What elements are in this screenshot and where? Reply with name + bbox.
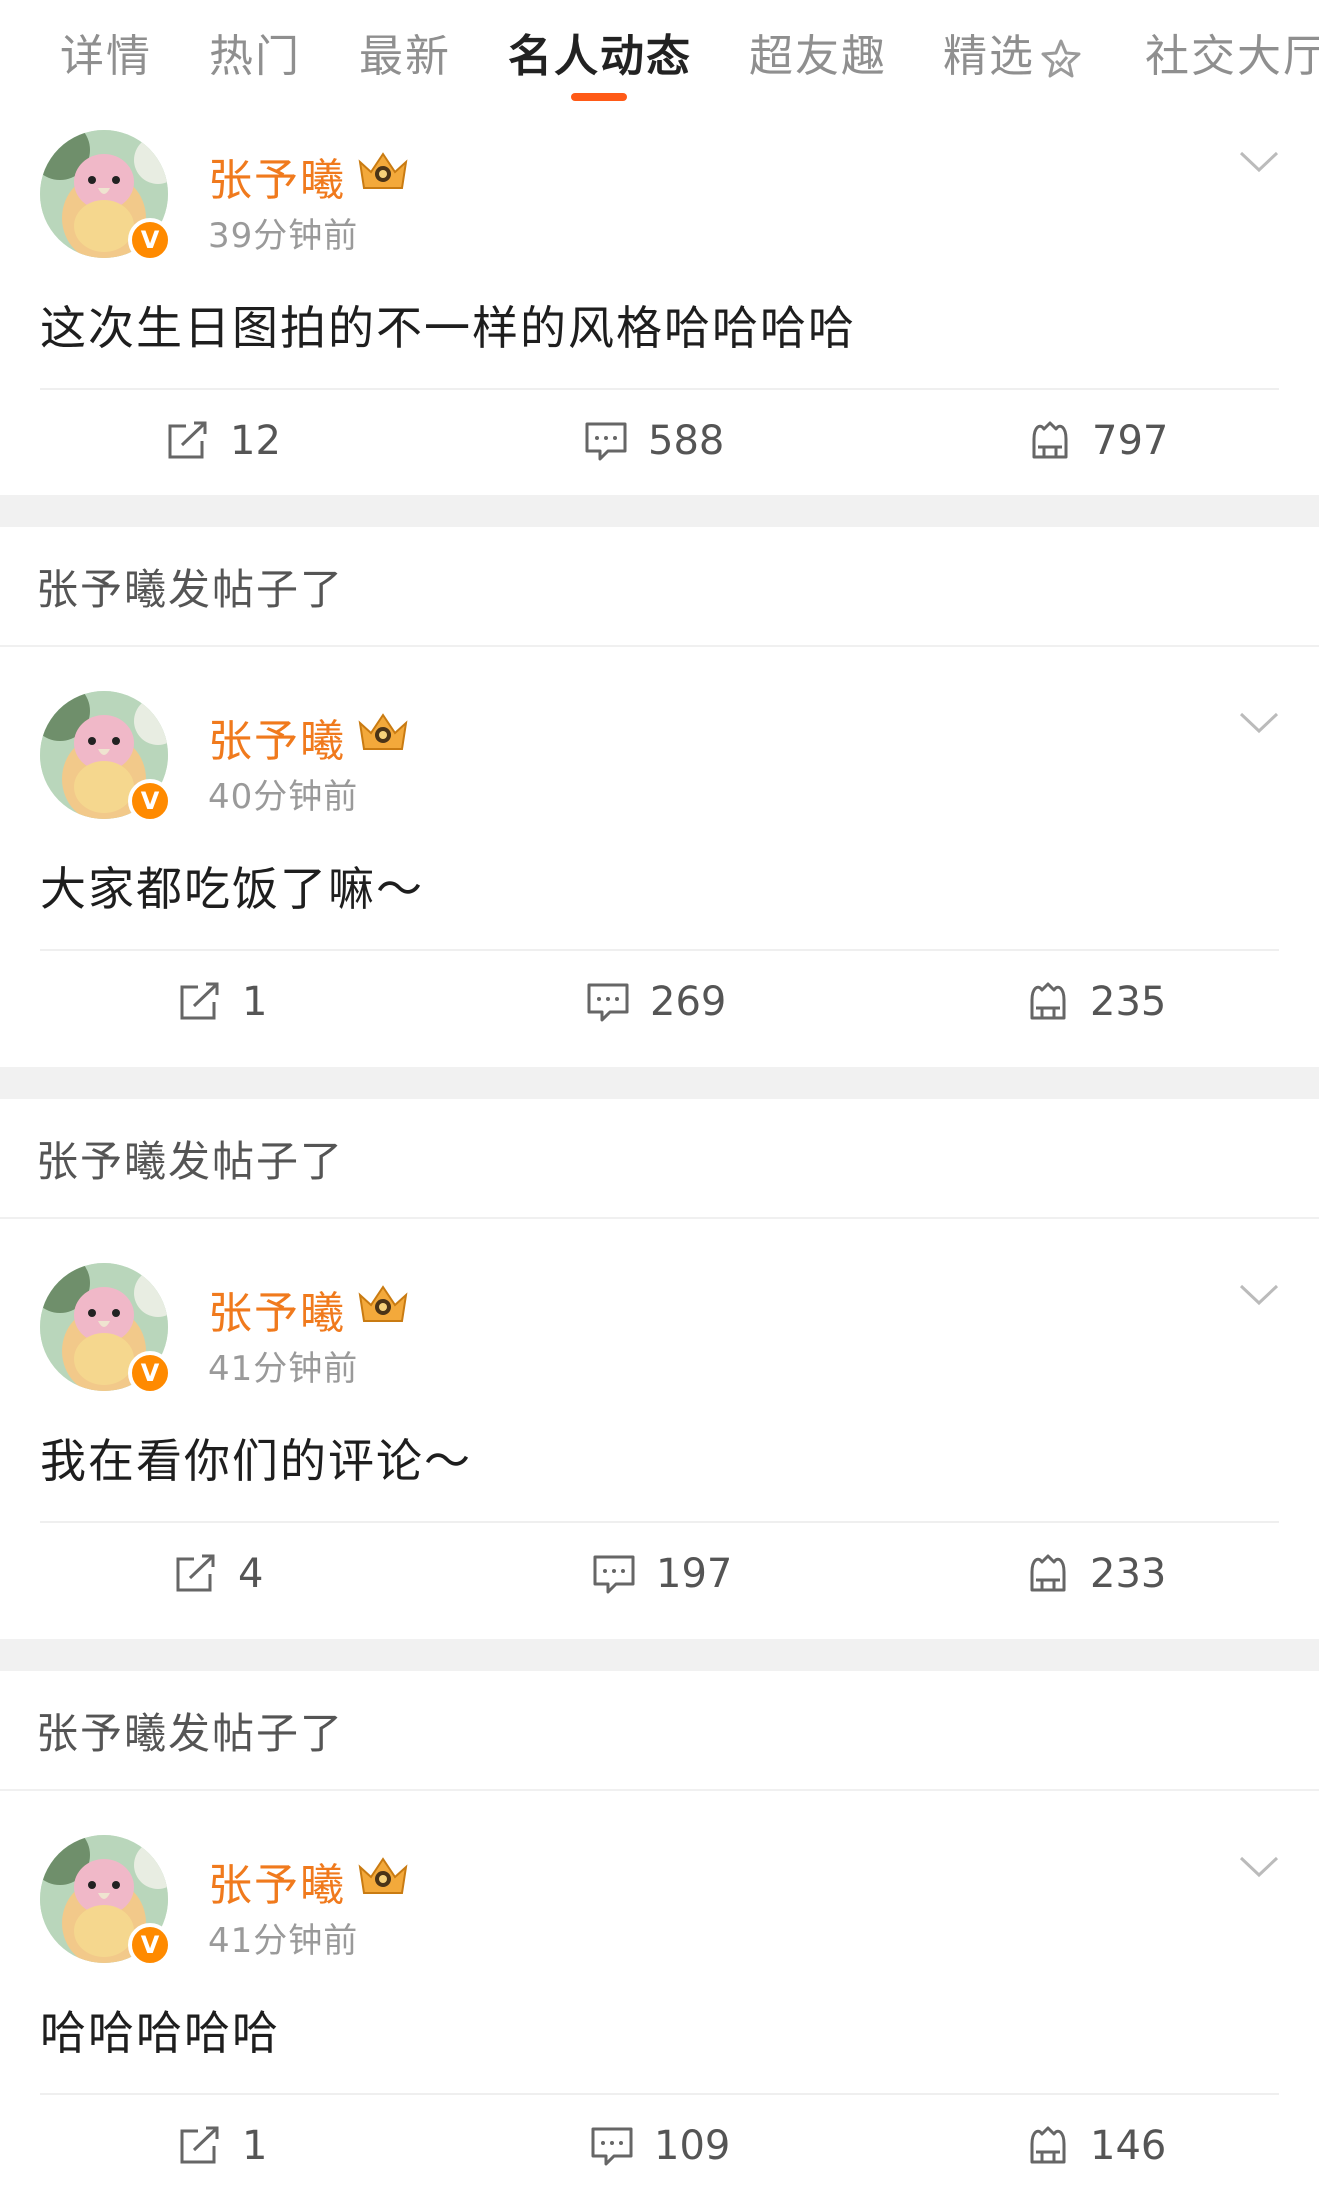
repost-icon <box>180 982 219 1020</box>
chevron-down-icon[interactable] <box>1239 1283 1279 1307</box>
chevron-down-icon[interactable] <box>1239 150 1279 174</box>
tab-details[interactable]: 详情 <box>60 20 152 84</box>
verified-v-icon: V <box>128 1351 172 1395</box>
post-content: 这次生日图拍的不一样的风格哈哈哈哈 <box>40 301 856 355</box>
post-card[interactable]: V 张予曦 41分钟前 哈哈哈哈哈 1 109 146 <box>0 1791 1319 2203</box>
tab-latest[interactable]: 最新 <box>359 20 451 84</box>
comment-button[interactable]: 109 <box>590 2123 730 2169</box>
section-gap <box>0 1639 1319 1671</box>
crown-icon <box>358 152 408 189</box>
comment-button[interactable]: 197 <box>592 1551 732 1597</box>
post-content: 我在看你们的评论～ <box>40 1434 472 1488</box>
star-badge-icon <box>1041 39 1081 78</box>
divider <box>40 388 1279 390</box>
chevron-down-icon[interactable] <box>1239 711 1279 735</box>
comment-icon <box>585 422 627 461</box>
post-content: 大家都吃饭了嘛～ <box>40 862 424 916</box>
section-gap <box>0 495 1319 527</box>
user-name[interactable]: 张予曦 <box>208 1849 346 1913</box>
comment-button[interactable]: 269 <box>586 979 726 1025</box>
group-header: 张予曦发帖子了 <box>0 1099 1319 1219</box>
crown-icon <box>358 1285 408 1322</box>
comment-icon <box>591 2127 633 2166</box>
post-card[interactable]: V 张予曦 40分钟前 大家都吃饭了嘛～ 1 269 235 <box>0 647 1319 1067</box>
post-card[interactable]: V 张予曦 41分钟前 我在看你们的评论～ 4 197 233 <box>0 1219 1319 1639</box>
comment-button[interactable]: 588 <box>584 418 724 464</box>
comment-count: 269 <box>650 979 727 1025</box>
repost-count: 1 <box>242 979 268 1025</box>
repost-count: 1 <box>242 2123 268 2169</box>
avatar[interactable]: V <box>40 1263 172 1395</box>
crown-icon <box>358 1857 408 1894</box>
comment-count: 109 <box>654 2123 731 2169</box>
like-icon <box>1030 1554 1066 1592</box>
active-tab-indicator <box>571 93 627 101</box>
tab-hot[interactable]: 热门 <box>209 20 301 84</box>
tab-social-hall[interactable]: 社交大厅 <box>1145 20 1319 84</box>
comment-icon <box>587 983 629 1022</box>
post-time: 41分钟前 <box>208 1349 359 1389</box>
verified-v-icon: V <box>128 218 172 262</box>
comment-count: 588 <box>648 418 725 464</box>
divider <box>40 2093 1279 2095</box>
like-icon <box>1030 982 1066 1020</box>
repost-icon <box>176 1554 215 1592</box>
group-header: 张予曦发帖子了 <box>0 1671 1319 1791</box>
avatar[interactable]: V <box>40 1835 172 1967</box>
repost-count: 4 <box>238 1551 264 1597</box>
divider <box>40 949 1279 951</box>
avatar[interactable]: V <box>40 691 172 823</box>
like-count: 235 <box>1090 979 1167 1025</box>
tab-bar: 详情 热门 最新 名人动态 超友趣 精选 社交大厅 <box>0 0 1319 106</box>
like-icon <box>1030 2126 1066 2164</box>
repost-button[interactable]: 1 <box>178 2123 267 2169</box>
post-time: 41分钟前 <box>208 1921 359 1961</box>
verified-v-icon: V <box>128 779 172 823</box>
like-button[interactable]: 797 <box>1028 418 1168 464</box>
repost-button[interactable]: 12 <box>166 418 281 464</box>
chevron-down-icon[interactable] <box>1239 1855 1279 1879</box>
verified-v-icon: V <box>128 1923 172 1967</box>
like-icon <box>1032 421 1068 459</box>
user-name[interactable]: 张予曦 <box>208 705 346 769</box>
repost-icon <box>168 421 207 459</box>
like-button[interactable]: 235 <box>1026 979 1166 1025</box>
like-button[interactable]: 233 <box>1026 1551 1166 1597</box>
repost-button[interactable]: 1 <box>178 979 267 1025</box>
post-content: 哈哈哈哈哈 <box>40 2006 280 2060</box>
divider <box>40 1521 1279 1523</box>
like-count: 233 <box>1090 1551 1167 1597</box>
like-button[interactable]: 146 <box>1026 2123 1166 2169</box>
tab-celebrity-updates[interactable]: 名人动态 <box>508 20 692 84</box>
tab-featured-label: 精选 <box>943 31 1035 82</box>
crown-icon <box>358 713 408 750</box>
like-count: 797 <box>1092 418 1169 464</box>
comment-count: 197 <box>656 1551 733 1597</box>
section-gap <box>0 1067 1319 1099</box>
post-time: 40分钟前 <box>208 777 359 817</box>
tab-featured[interactable]: 精选 <box>943 20 1083 84</box>
tab-chaoyouqu[interactable]: 超友趣 <box>749 20 887 84</box>
post-card[interactable]: V 张予曦 39分钟前 这次生日图拍的不一样的风格哈哈哈哈 12 588 797 <box>0 106 1319 495</box>
group-header: 张予曦发帖子了 <box>0 527 1319 647</box>
avatar[interactable]: V <box>40 130 172 262</box>
like-count: 146 <box>1090 2123 1167 2169</box>
repost-icon <box>180 2126 219 2164</box>
repost-button[interactable]: 4 <box>174 1551 263 1597</box>
repost-count: 12 <box>230 418 281 464</box>
comment-icon <box>593 1555 635 1594</box>
post-time: 39分钟前 <box>208 216 359 256</box>
user-name[interactable]: 张予曦 <box>208 144 346 208</box>
user-name[interactable]: 张予曦 <box>208 1277 346 1341</box>
